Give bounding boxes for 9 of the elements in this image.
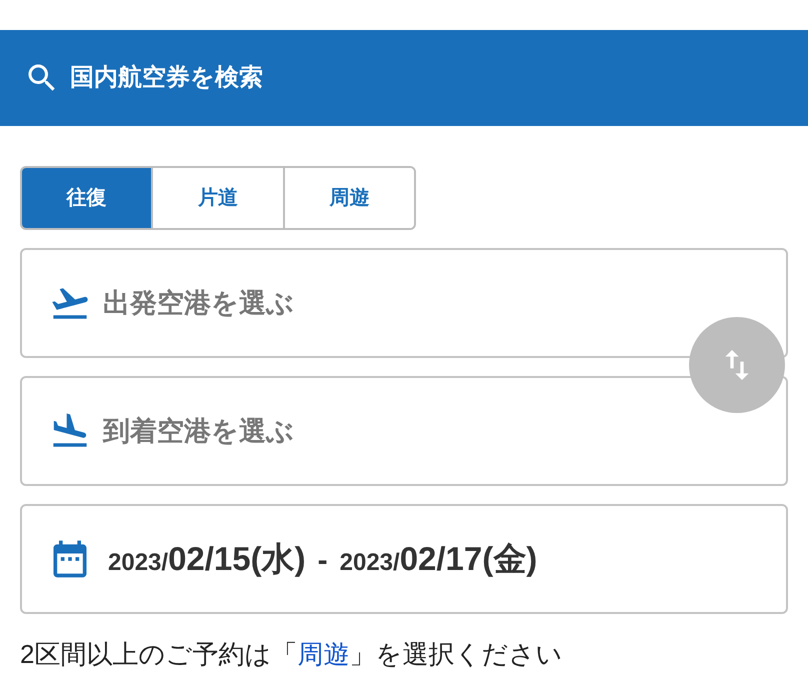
arrival-airport-field[interactable]: 到着空港を選ぶ	[20, 376, 788, 486]
departure-airport-field[interactable]: 出発空港を選ぶ	[20, 248, 788, 358]
multi-city-note: 2区間以上のご予約は「周遊」を選択ください	[20, 638, 564, 671]
date-range-text: 2023/02/15(水) - 2023/02/17(金)	[108, 539, 538, 580]
date-range-field[interactable]: 2023/02/15(水) - 2023/02/17(金)	[20, 504, 788, 614]
trip-type-tab[interactable]: 往復	[22, 168, 152, 228]
header-title: 国内航空券を検索	[70, 66, 263, 90]
multi-city-link[interactable]: 周遊	[297, 639, 350, 669]
trip-type-tab[interactable]: 周遊	[282, 168, 414, 228]
